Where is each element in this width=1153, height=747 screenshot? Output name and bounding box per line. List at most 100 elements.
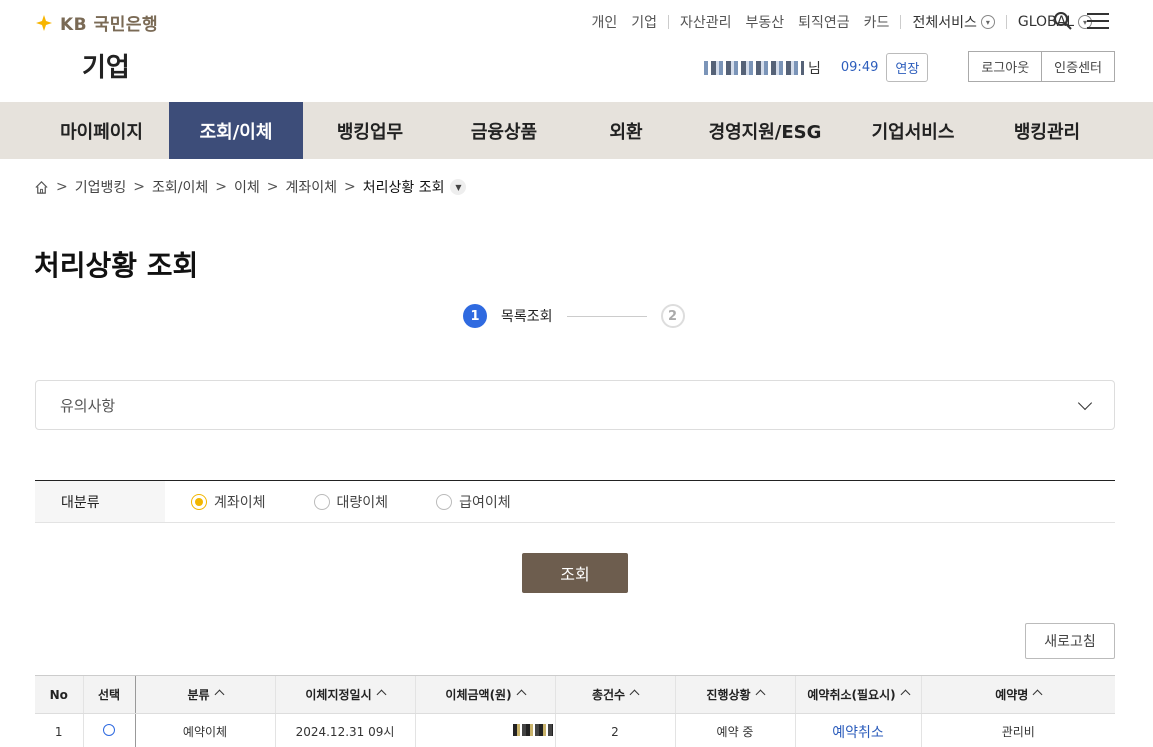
all-services-dropdown[interactable]: 전체서비스 ▾ (912, 12, 995, 32)
kb-logo[interactable]: KB 국민은행 (34, 10, 158, 35)
cell-count: 2 (554, 713, 675, 747)
sort-icon (900, 689, 911, 700)
breadcrumb-current: 처리상황 조회 (362, 180, 445, 196)
category-radio-group: 계좌이체 대량이체 급여이체 (165, 481, 559, 522)
breadcrumb-item[interactable]: 이체 (234, 177, 260, 197)
category-filter: 대분류 계좌이체 대량이체 급여이체 (35, 480, 1115, 523)
kb-star-icon (36, 14, 52, 31)
result-table: No 선택 분류 이체지정일시 이체금액(원) 총건수 진행상황 예약취소(필요… (35, 675, 1115, 747)
gnb-management-esg[interactable]: 경영지원/ESG (681, 102, 849, 159)
top-nav-realestate[interactable]: 부동산 (746, 12, 785, 32)
sort-icon (755, 689, 766, 700)
notice-accordion[interactable]: 유의사항 (35, 380, 1115, 430)
user-suffix: 님 (808, 60, 821, 77)
radio-account-transfer[interactable]: 계좌이체 (191, 492, 266, 512)
col-status[interactable]: 진행상황 (674, 675, 795, 714)
top-nav-corporate[interactable]: 기업 (631, 12, 657, 32)
filter-label: 대분류 (35, 481, 165, 522)
top-nav-card[interactable]: 카드 (864, 12, 890, 32)
cell-category: 예약이체 (134, 713, 275, 747)
chevron-down-icon (1077, 395, 1093, 410)
step-indicator: 1 목록조회 2 (463, 304, 685, 328)
radio-checked-icon (191, 493, 207, 510)
sort-icon (214, 689, 224, 700)
gnb-inquiry-transfer[interactable]: 조회/이체 (169, 102, 303, 159)
logout-button[interactable]: 로그아웃 (968, 51, 1043, 82)
breadcrumb-dropdown-icon[interactable]: ▼ (450, 179, 467, 195)
sort-icon (1032, 689, 1043, 700)
breadcrumb-separator: > (266, 179, 279, 195)
gnb-forex[interactable]: 외환 (571, 102, 681, 159)
divider (900, 15, 902, 29)
radio-salary-transfer[interactable]: 급여이체 (436, 492, 511, 512)
step-1-badge: 1 (463, 304, 487, 328)
breadcrumb-item[interactable]: 계좌이체 (285, 177, 337, 197)
sort-icon (629, 689, 640, 700)
divider (667, 15, 669, 29)
top-nav-asset[interactable]: 자산관리 (680, 12, 732, 32)
table-header-row: No 선택 분류 이체지정일시 이체금액(원) 총건수 진행상황 예약취소(필요… (35, 675, 1115, 714)
user-info: 님 09:49 연장 (704, 53, 929, 82)
divider (1005, 15, 1007, 29)
search-button[interactable]: 조회 (522, 553, 628, 593)
top-nav-personal[interactable]: 개인 (591, 12, 617, 32)
session-timer: 09:49 (840, 60, 879, 75)
step-2-badge: 2 (660, 304, 685, 328)
gnb-products[interactable]: 금융상품 (437, 102, 571, 159)
auth-buttons: 로그아웃 인증센터 (968, 51, 1115, 82)
refresh-button[interactable]: 새로고침 (1025, 623, 1115, 659)
radio-bulk-transfer[interactable]: 대량이체 (313, 492, 389, 512)
cell-select[interactable] (82, 713, 135, 747)
gnb-mypage[interactable]: 마이페이지 (34, 102, 169, 159)
col-category[interactable]: 분류 (134, 675, 275, 714)
notice-title: 유의사항 (60, 396, 116, 415)
breadcrumb-separator: > (56, 179, 68, 195)
col-no: No (35, 675, 83, 714)
col-datetime[interactable]: 이체지정일시 (274, 675, 415, 714)
radio-label: 대량이체 (336, 494, 389, 511)
cert-center-button[interactable]: 인증센터 (1042, 51, 1115, 82)
breadcrumb-item[interactable]: 조회/이체 (152, 177, 208, 197)
col-count[interactable]: 총건수 (554, 675, 675, 714)
table-row: 1 예약이체 2024.12.31 09시 2 예약 중 예약취소 관리비 (35, 713, 1115, 747)
cell-name: 관리비 (920, 713, 1115, 747)
step-1-label: 목록조회 (501, 309, 553, 325)
cancel-reservation-link[interactable]: 예약취소 (832, 725, 884, 741)
breadcrumb-separator: > (215, 179, 227, 195)
top-nav-pension[interactable]: 퇴직연금 (798, 12, 850, 32)
cell-status: 예약 중 (674, 713, 795, 747)
radio-unchecked-icon (313, 493, 330, 510)
gnb-banking-management[interactable]: 뱅킹관리 (977, 102, 1117, 159)
cell-amount (414, 713, 555, 747)
cell-no: 1 (54, 724, 63, 739)
masked-user-name (704, 60, 804, 75)
col-amount[interactable]: 이체금액(원) (414, 675, 555, 714)
gnb-corporate-services[interactable]: 기업서비스 (849, 102, 977, 159)
section-title: 기업 (82, 53, 130, 83)
breadcrumb: > 기업뱅킹 > 조회/이체 > 이체 > 계좌이체 > 처리상황 조회 ▼ (34, 177, 467, 197)
search-icon[interactable] (1053, 11, 1073, 31)
masked-amount (512, 724, 553, 737)
cell-cancel: 예약취소 (794, 713, 921, 747)
row-radio-icon[interactable] (103, 724, 115, 737)
breadcrumb-separator: > (133, 179, 145, 195)
gnb-banking[interactable]: 뱅킹업무 (303, 102, 437, 159)
sort-icon (516, 689, 527, 700)
sort-icon (376, 689, 387, 700)
main-nav: 마이페이지 조회/이체 뱅킹업무 금융상품 외환 경영지원/ESG 기업서비스 … (0, 102, 1153, 159)
hamburger-menu-icon[interactable] (1087, 13, 1109, 29)
logo-kb-text: KB 국민은행 (60, 15, 159, 35)
radio-label: 급여이체 (459, 494, 511, 511)
radio-unchecked-icon (436, 493, 453, 510)
col-select: 선택 (82, 675, 135, 714)
cell-datetime: 2024.12.31 09시 (274, 713, 415, 747)
breadcrumb-separator: > (344, 179, 356, 195)
chevron-down-icon: ▾ (980, 15, 995, 29)
radio-label: 계좌이체 (214, 494, 266, 511)
home-icon[interactable] (34, 180, 49, 195)
extend-session-button[interactable]: 연장 (886, 53, 929, 82)
breadcrumb-item[interactable]: 기업뱅킹 (75, 177, 127, 197)
top-nav: 개인 기업 자산관리 부동산 퇴직연금 카드 전체서비스 ▾ GLOBAL ▾ (584, 12, 1099, 32)
col-cancel[interactable]: 예약취소(필요시) (794, 675, 921, 714)
col-name[interactable]: 예약명 (920, 675, 1115, 714)
